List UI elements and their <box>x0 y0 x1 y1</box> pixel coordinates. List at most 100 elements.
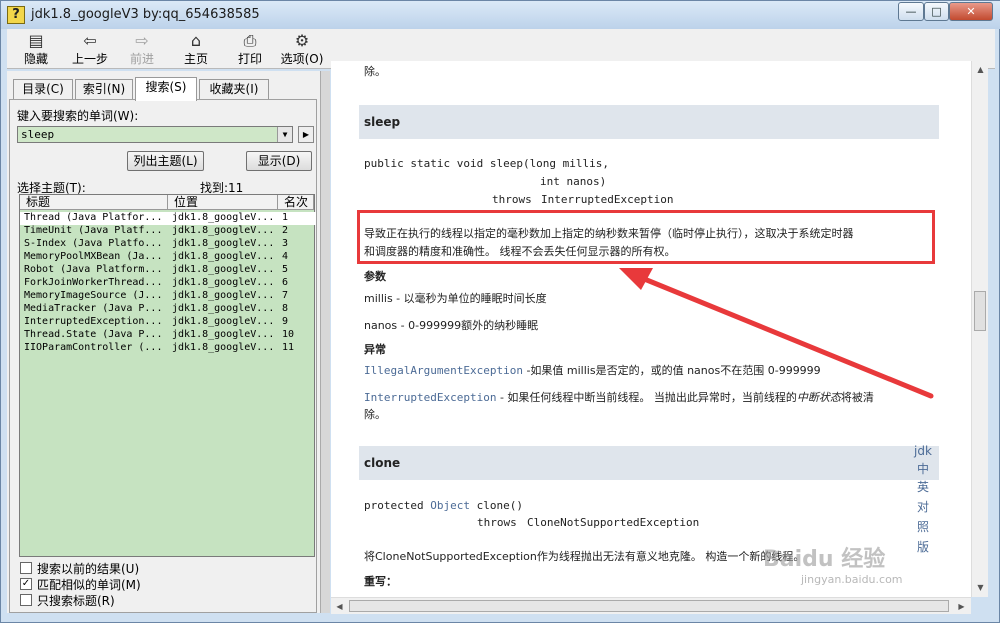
previous-text-tail: 除。 <box>364 65 386 78</box>
param-nanos: nanos - 0-999999额外的纳秒睡眠 <box>364 319 539 332</box>
search-dropdown-icon[interactable]: ▼ <box>277 127 292 142</box>
list-topics-button[interactable]: 列出主题(L) <box>127 151 204 171</box>
print-label: 打印 <box>237 52 262 66</box>
table-row[interactable]: MemoryImageSource (J... jdk1.8_googleV...… <box>20 290 316 303</box>
row-rank: 2 <box>282 225 289 236</box>
horizontal-scrollbar[interactable]: ◀ ▶ <box>331 597 971 614</box>
scroll-right-icon[interactable]: ▶ <box>953 598 970 615</box>
side-link-ban[interactable]: 版 <box>913 538 933 555</box>
row-location: jdk1.8_googleV... <box>172 264 275 275</box>
table-row[interactable]: IIOParamController (... jdk1.8_googleV...… <box>20 342 316 355</box>
scroll-left-icon[interactable]: ◀ <box>331 598 348 615</box>
title-bar: ? jdk1.8_googleV3 by:qq_654638585 — □ ✕ <box>1 1 1000 29</box>
row-rank: 11 <box>282 342 295 353</box>
scroll-down-icon[interactable]: ▼ <box>972 579 989 596</box>
back-arrow-icon: ⇦ <box>83 31 97 50</box>
print-button[interactable]: ⎙ 打印 <box>225 32 275 67</box>
titles-only-checkbox[interactable] <box>20 594 32 606</box>
row-rank: 4 <box>282 251 289 262</box>
table-row[interactable]: MemoryPoolMXBean (Ja... jdk1.8_googleV...… <box>20 251 316 264</box>
table-row[interactable]: MediaTracker (Java P... jdk1.8_googleV...… <box>20 303 316 316</box>
side-link-jdk[interactable]: jdk <box>913 444 933 458</box>
row-rank: 10 <box>282 329 295 340</box>
side-link-ying[interactable]: 英 <box>913 478 933 495</box>
interrupted-exception-link[interactable]: InterruptedException <box>541 193 673 206</box>
row-location: jdk1.8_googleV... <box>172 329 275 340</box>
interrupted-exception-link-2[interactable]: InterruptedException <box>364 391 496 404</box>
row-title: IIOParamController (... <box>24 342 163 353</box>
table-row[interactable]: TimeUnit (Java Platf... jdk1.8_googleV...… <box>20 225 316 238</box>
row-rank: 1 <box>282 212 289 223</box>
table-row[interactable]: Robot (Java Platform... jdk1.8_googleV...… <box>20 264 316 277</box>
search-input[interactable]: sleep ▼ <box>17 126 293 143</box>
window-title: jdk1.8_googleV3 by:qq_654638585 <box>31 7 260 22</box>
pane-splitter[interactable] <box>320 71 330 613</box>
table-row[interactable]: Thread.State (Java P... jdk1.8_googleV...… <box>20 329 316 342</box>
table-row[interactable]: Thread (Java Platfor... jdk1.8_googleV...… <box>20 212 316 225</box>
side-link-zhao[interactable]: 照 <box>913 518 933 535</box>
display-button[interactable]: 显示(D) <box>246 151 312 171</box>
table-row[interactable]: S-Index (Java Platfo... jdk1.8_googleV...… <box>20 238 316 251</box>
scroll-up-icon[interactable]: ▲ <box>972 61 989 78</box>
application-window: ? jdk1.8_googleV3 by:qq_654638585 — □ ✕ … <box>0 0 1000 623</box>
column-location-header[interactable]: 位置 <box>168 195 278 210</box>
navigation-pane: 目录(C) 索引(N) 搜索(S) 收藏夹(I) 键入要搜索的单词(W): sl… <box>7 71 320 613</box>
maximize-button[interactable]: □ <box>924 2 949 21</box>
row-title: S-Index (Java Platfo... <box>24 238 163 249</box>
column-title-header[interactable]: 标题 <box>20 195 168 210</box>
row-location: jdk1.8_googleV... <box>172 342 275 353</box>
row-location: jdk1.8_googleV... <box>172 277 275 288</box>
forward-arrow-icon: ⇨ <box>135 31 149 50</box>
tab-search[interactable]: 搜索(S) <box>135 77 197 101</box>
sleep-throws-keyword: throws <box>492 193 532 206</box>
illegal-argument-exception-link[interactable]: IllegalArgumentException <box>364 364 523 377</box>
match-similar-checkbox[interactable]: ✓ <box>20 578 32 590</box>
object-link[interactable]: Object <box>430 499 470 512</box>
baidu-watermark: Baidu 经验 <box>763 547 886 572</box>
sleep-method-header: sleep <box>359 105 939 139</box>
clone-sig-suffix: clone() <box>469 499 523 512</box>
row-rank: 9 <box>282 316 289 327</box>
search-previous-checkbox[interactable] <box>20 562 32 574</box>
throws-heading: 异常 <box>364 343 386 356</box>
options-button[interactable]: ⚙ 选项(O) <box>277 32 327 67</box>
row-location: jdk1.8_googleV... <box>172 303 275 314</box>
override-heading: 重写： <box>364 575 397 588</box>
results-list[interactable]: 标题 位置 名次 Thread (Java Platfor... jdk1.8_g… <box>19 194 316 557</box>
back-button[interactable]: ⇦ 上一步 <box>65 32 115 67</box>
tab-contents[interactable]: 目录(C) <box>13 79 73 100</box>
params-heading: 参数 <box>364 270 386 283</box>
row-rank: 6 <box>282 277 289 288</box>
vertical-scrollbar[interactable]: ▲ ▼ <box>971 61 988 597</box>
home-button[interactable]: ⌂ 主页 <box>171 32 221 67</box>
scroll-thumb[interactable] <box>974 291 986 331</box>
clone-description: 将CloneNotSupportedException作为线程抛出无法有意义地克… <box>364 550 805 563</box>
forward-button[interactable]: ⇨ 前进 <box>117 32 167 67</box>
options-label: 选项(O) <box>280 52 324 66</box>
column-rank-header[interactable]: 名次 <box>278 195 314 210</box>
table-row[interactable]: ForkJoinWorkerThread... jdk1.8_googleV...… <box>20 277 316 290</box>
baidu-watermark-url: jingyan.baidu.com <box>801 573 903 586</box>
minimize-button[interactable]: — <box>898 2 924 21</box>
param-millis: millis - 以毫秒为单位的睡眠时间长度 <box>364 292 547 305</box>
sleep-signature-line1: public static void sleep(long millis, <box>364 157 610 170</box>
table-row[interactable]: InterruptedException... jdk1.8_googleV...… <box>20 316 316 329</box>
row-location: jdk1.8_googleV... <box>172 251 275 262</box>
clone-not-supported-link[interactable]: CloneNotSupportedException <box>527 516 699 529</box>
row-rank: 5 <box>282 264 289 275</box>
tab-index[interactable]: 索引(N) <box>75 79 133 100</box>
home-icon: ⌂ <box>190 31 202 50</box>
search-tab-panel: 键入要搜索的单词(W): sleep ▼ ▶ 列出主题(L) 显示(D) 选择主… <box>9 99 317 613</box>
hide-button[interactable]: ▤ 隐藏 <box>11 32 61 67</box>
search-menu-arrow-icon[interactable]: ▶ <box>298 126 314 143</box>
search-previous-label: 搜索以前的结果(U) <box>37 562 140 576</box>
close-button[interactable]: ✕ <box>949 2 993 21</box>
row-title: Robot (Java Platform... <box>24 264 163 275</box>
side-link-dui[interactable]: 对 <box>913 498 933 515</box>
row-location: jdk1.8_googleV... <box>172 238 275 249</box>
search-input-value: sleep <box>21 128 55 141</box>
tab-favorites[interactable]: 收藏夹(I) <box>199 79 269 100</box>
hscroll-thumb[interactable] <box>349 600 949 612</box>
side-link-zhong[interactable]: 中 <box>913 460 933 477</box>
row-location: jdk1.8_googleV... <box>172 225 275 236</box>
